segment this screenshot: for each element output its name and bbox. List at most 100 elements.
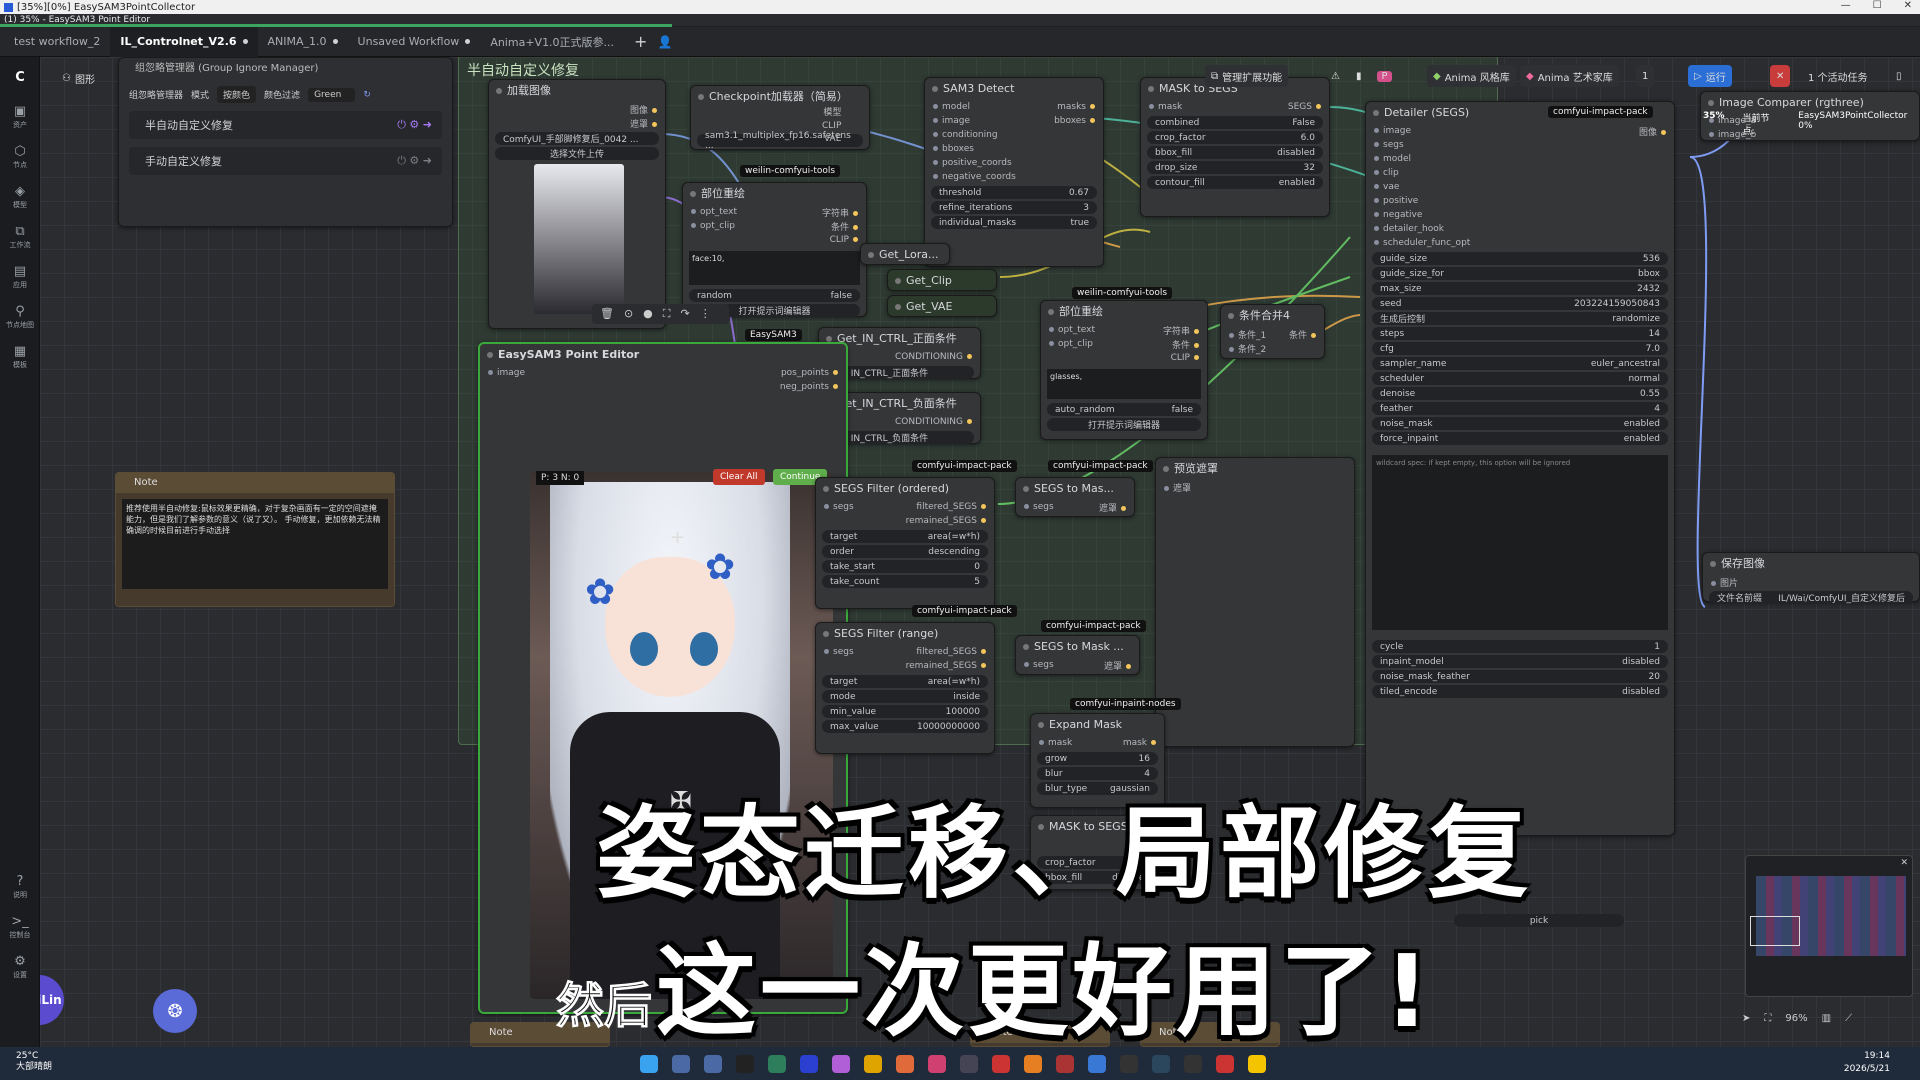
sidebar-item-help[interactable]: ? 说明	[0, 867, 40, 907]
random-toggle[interactable]: random false	[689, 289, 860, 302]
weather-widget[interactable]: 25°C 大部晴朗	[16, 1051, 52, 1073]
refine-iterations-widget[interactable]: refine_iterations 3	[931, 201, 1097, 214]
threshold-widget[interactable]: threshold 0.67	[931, 186, 1097, 199]
detailer-widget[interactable]: cfg 7.0	[1372, 342, 1668, 355]
app-icon[interactable]	[960, 1054, 978, 1073]
color-filter-select[interactable]: Green	[308, 87, 356, 102]
take-start-widget[interactable]: take_start 0	[822, 560, 988, 573]
app-icon[interactable]	[1024, 1054, 1042, 1073]
segs-to-mask-node[interactable]: SEGS to Mas... segs 遮罩	[1015, 477, 1135, 517]
mode-widget[interactable]: mode inside	[822, 690, 988, 703]
comfy-logo-icon[interactable]: C	[0, 57, 40, 97]
image-file-select[interactable]: ComfyUI_手部脚修复后_0042 ...	[495, 132, 659, 145]
view-menu[interactable]: ⚇ 图形	[56, 67, 101, 89]
contour-fill-widget[interactable]: contour_fill enabled	[1147, 176, 1323, 189]
sidebar-item-templates[interactable]: ▦ 模板	[0, 337, 40, 377]
zoom-level[interactable]: 96%	[1785, 1013, 1807, 1024]
start-icon[interactable]	[640, 1054, 658, 1073]
part-redraw-node[interactable]: 部位重绘 opt_text 字符串 opt_clip 条件 CLIP face:10…	[682, 182, 867, 317]
tab-test-workflow[interactable]: test workflow_2	[4, 27, 110, 57]
detailer-widget[interactable]: max_size 2432	[1372, 282, 1668, 295]
group-item[interactable]: 手动自定义修复 ⏻ ⚙ ➜	[129, 147, 442, 175]
tab-anima[interactable]: ANIMA_1.0	[258, 27, 348, 57]
min-value-widget[interactable]: min_value 100000	[822, 705, 988, 718]
detailer-widget[interactable]: scheduler normal	[1372, 372, 1668, 385]
save-image-node[interactable]: 保存图像 图片 文件名前缀 IL/Wai/ComfyUI_自定义修复后	[1702, 552, 1920, 604]
detailer-widget[interactable]: sampler_name euler_ancestral	[1372, 357, 1668, 370]
firefox-icon[interactable]	[896, 1054, 914, 1073]
prompt-textarea[interactable]: glasses,	[1047, 369, 1201, 399]
note-text[interactable]: 推荐使用半自动修复:鼠标效果更精确，对于复杂画面有一定的空间遮掩能力，但是我们了…	[122, 499, 388, 589]
app-icon[interactable]	[928, 1054, 946, 1073]
steam-icon[interactable]	[1152, 1054, 1170, 1073]
anima-artist-button[interactable]: ◆ Anima 艺术家库	[1520, 65, 1619, 87]
clear-all-button[interactable]: Clear All	[713, 469, 765, 485]
target-widget[interactable]: target area(=w*h)	[822, 675, 988, 688]
app-icon[interactable]	[1088, 1054, 1106, 1073]
target-widget[interactable]: target area(=w*h)	[822, 530, 988, 543]
chrome-icon[interactable]	[864, 1054, 882, 1073]
segs-to-mask-node-2[interactable]: SEGS to Mask ... segs 遮罩	[1015, 635, 1140, 675]
combined-widget[interactable]: combined False	[1147, 116, 1323, 129]
load-image-node[interactable]: 加载图像 图像 遮罩 ComfyUI_手部脚修复后_0042 ... 选择文件上…	[488, 79, 666, 329]
group-item[interactable]: 半自动自定义修复 ⏻ ⚙ ➜	[129, 111, 442, 139]
link-toggle-icon[interactable]: ⟋	[1845, 1013, 1852, 1024]
node-selection-toolbar[interactable]: 🗑⊙●⛶↷⋮	[592, 304, 729, 324]
maximize-icon[interactable]: ☐	[1873, 0, 1882, 11]
detailer-widget[interactable]: inpaint_model disabled	[1372, 655, 1668, 668]
mode-select[interactable]: 按颜色	[217, 86, 257, 103]
part-redraw-node-2[interactable]: 部位重绘 opt_text 字符串 opt_clip 条件 CLIP glasses…	[1040, 300, 1208, 440]
comfy-app-icon[interactable]	[800, 1054, 818, 1073]
run-button[interactable]: ▷ 运行	[1688, 65, 1732, 87]
filename-prefix-widget[interactable]: 文件名前缀 IL/Wai/ComfyUI_自定义修复后	[1709, 591, 1913, 604]
fit-view-icon[interactable]: ⛶	[1764, 1013, 1771, 1024]
sidebar-item-apps[interactable]: ▤ 应用	[0, 257, 40, 297]
detailer-widget[interactable]: denoise 0.55	[1372, 387, 1668, 400]
sidebar-item-console[interactable]: >_ 控制台	[0, 907, 40, 947]
sidebar-item-assets[interactable]: ▣ 资产	[0, 97, 40, 137]
panel-toggle-icon[interactable]: ▯	[1890, 65, 1908, 87]
sam3-detect-node[interactable]: SAM3 Detect model masks image bboxes condi…	[924, 77, 1104, 267]
tab-unsaved-workflow[interactable]: Unsaved Workflow	[348, 27, 481, 57]
user-icon[interactable]: 👤	[657, 35, 672, 49]
open-prompt-editor-button[interactable]: 打开提示词编辑器	[1047, 418, 1201, 431]
system-clock[interactable]: 19:14 2026/5/21	[1844, 1050, 1890, 1076]
auto-random-toggle[interactable]: auto_random false	[1047, 403, 1201, 416]
close-icon[interactable]: ✕	[1900, 858, 1908, 868]
pointer-icon[interactable]: ➤	[1742, 1013, 1750, 1024]
stop-button[interactable]: ✕	[1770, 65, 1791, 87]
get-clip-node[interactable]: Get_Clip	[887, 269, 997, 291]
floating-assistant-icon[interactable]: ❂	[153, 989, 197, 1033]
sidebar-item-workflows[interactable]: ⧉ 工作流	[0, 217, 40, 257]
app-icon[interactable]	[1056, 1054, 1074, 1073]
detailer-widget[interactable]: noise_mask_feather 20	[1372, 670, 1668, 683]
search-icon[interactable]	[672, 1054, 690, 1073]
sidebar-item-node-map[interactable]: ⚲ 节点地图	[0, 297, 40, 337]
checkpoint-loader-node[interactable]: Checkpoint加载器（简易） sam3.1_multiplex_fp16.…	[690, 85, 870, 151]
app-icon[interactable]	[832, 1054, 850, 1073]
get-lora-node[interactable]: Get_Lora...	[860, 243, 950, 265]
tab-anima-v1[interactable]: Anima+V1.0正式版参...	[480, 27, 624, 57]
detailer-widget[interactable]: steps 14	[1372, 327, 1668, 340]
minimap-viewport[interactable]	[1750, 916, 1800, 946]
app-icon[interactable]	[736, 1054, 754, 1073]
individual-masks-toggle[interactable]: individual_masks true	[931, 216, 1097, 229]
active-tasks[interactable]: 1 个活动任务	[1802, 65, 1874, 87]
note-node[interactable]: Note 推荐使用半自动修复:鼠标效果更精确，对于复杂画面有一定的空间遮掩能力，…	[115, 472, 395, 607]
bbox-fill-widget[interactable]: bbox_fill disabled	[1147, 146, 1323, 159]
wildcard-textarea[interactable]: wildcard spec: if kept empty, this optio…	[1372, 455, 1668, 630]
canvas-minimap[interactable]: ✕	[1745, 855, 1913, 997]
power-icon[interactable]: ⏻ ⚙ ➜	[397, 154, 432, 168]
app-icon[interactable]	[992, 1054, 1010, 1073]
detailer-widget[interactable]: force_inpaint enabled	[1372, 432, 1668, 445]
condition-merge-node[interactable]: 条件合并4 条件_1 条件 条件_2	[1220, 304, 1325, 359]
tab-il-controlnet[interactable]: IL_Controlnet_V2.6	[110, 26, 258, 57]
batch-count-input[interactable]: 1	[1636, 65, 1655, 87]
sidebar-item-settings[interactable]: ⚙ 设置	[0, 947, 40, 987]
manage-extensions-button[interactable]: ⧉ 管理扩展功能	[1205, 65, 1289, 87]
close-icon[interactable]: ✕	[1904, 0, 1912, 11]
max-value-widget[interactable]: max_value 10000000000	[822, 720, 988, 733]
app-icon[interactable]	[1216, 1054, 1234, 1073]
power-icon[interactable]: ⏻ ⚙ ➜	[397, 118, 432, 132]
drop-size-widget[interactable]: drop_size 32	[1147, 161, 1323, 174]
